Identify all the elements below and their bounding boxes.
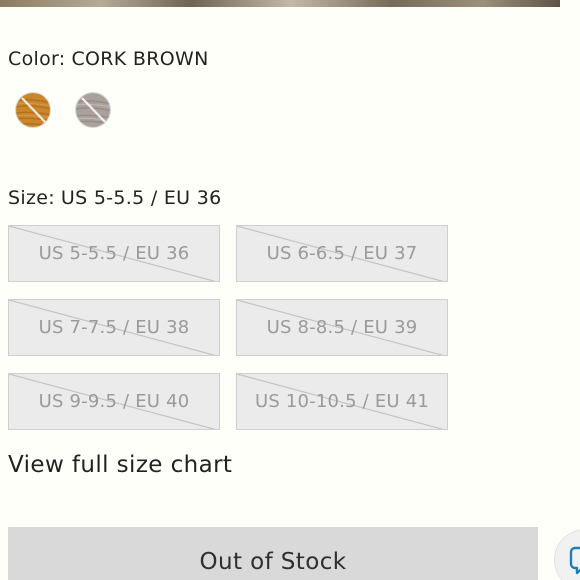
out-of-stock-label: Out of Stock [199,549,347,575]
size-label-text: Size: [8,187,55,209]
color-swatch-taupe-gray[interactable] [75,92,111,128]
chat-button[interactable] [555,530,580,580]
color-option-label: Color: CORK BROWN [8,48,209,70]
taupe-gray-swatch-texture [76,93,110,127]
size-selected-value: US 5-5.5 / EU 36 [60,187,222,209]
size-option-label: US 8-8.5 / EU 39 [266,317,418,338]
size-option-label: US 5-5.5 / EU 36 [38,243,190,264]
size-option-button[interactable]: US 10-10.5 / EU 41 [236,373,448,430]
size-option-button[interactable]: US 6-6.5 / EU 37 [236,225,448,282]
product-image-bottom-edge [0,0,560,7]
size-option-button[interactable]: US 5-5.5 / EU 36 [8,225,220,282]
size-option-button[interactable]: US 8-8.5 / EU 39 [236,299,448,356]
color-label-text: Color: [8,48,66,70]
color-selected-value: CORK BROWN [71,48,209,70]
size-option-label: Size: US 5-5.5 / EU 36 [8,187,221,209]
size-option-label: US 10-10.5 / EU 41 [254,391,430,412]
size-option-label: US 7-7.5 / EU 38 [38,317,190,338]
product-options-page: Color: CORK BROWN Size: US 5-5.5 / EU 36 U… [0,0,580,580]
chat-bubble-icon [569,546,580,575]
size-option-button[interactable]: US 7-7.5 / EU 38 [8,299,220,356]
size-option-label: US 6-6.5 / EU 37 [266,243,418,264]
cork-brown-swatch-texture [16,93,50,127]
size-option-button[interactable]: US 9-9.5 / EU 40 [8,373,220,430]
out-of-stock-button[interactable]: Out of Stock [8,527,538,580]
view-size-chart-link[interactable]: View full size chart [8,452,232,478]
size-option-label: US 9-9.5 / EU 40 [38,391,190,412]
color-swatch-cork-brown[interactable] [15,92,51,128]
